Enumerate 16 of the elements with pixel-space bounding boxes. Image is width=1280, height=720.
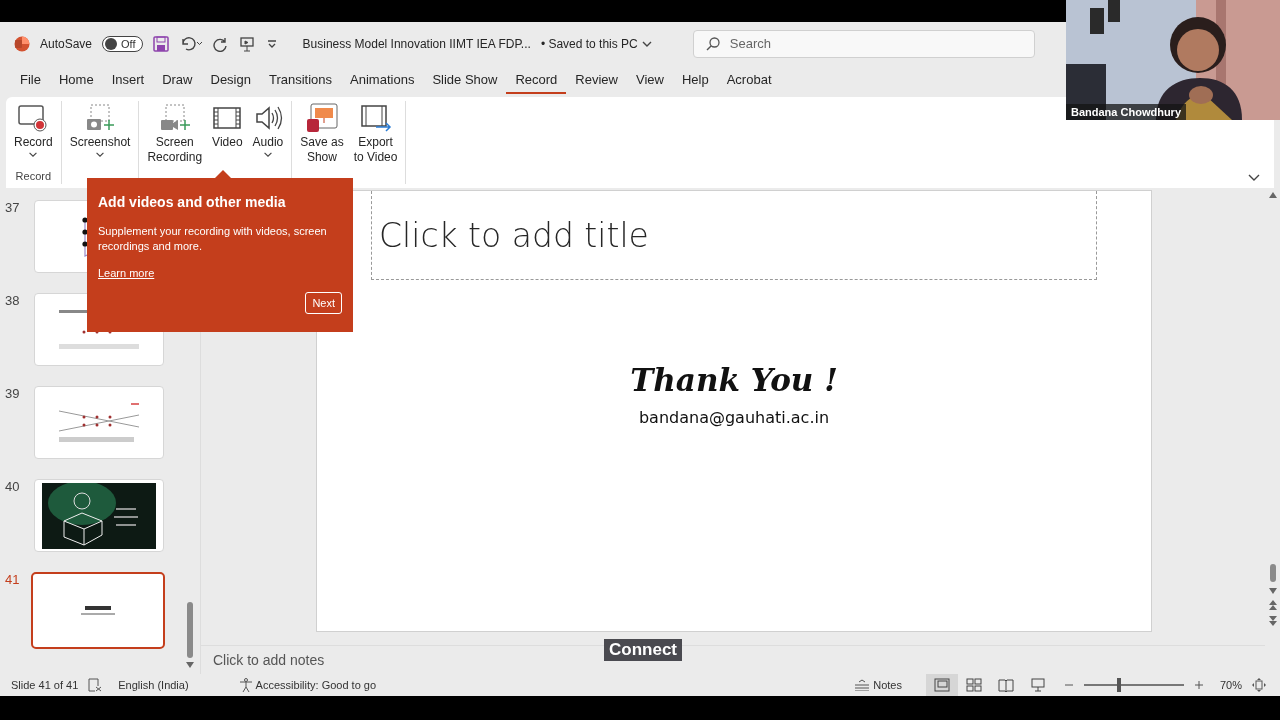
slide-counter: Slide 41 of 41 bbox=[11, 679, 79, 691]
popup-title: Add videos and other media bbox=[98, 194, 287, 210]
group-label: Record bbox=[14, 170, 53, 184]
autosave-label: AutoSave bbox=[40, 36, 93, 51]
overlay-label: Connect bbox=[604, 639, 682, 661]
email-text: bandana@gauhati.ac.in bbox=[638, 408, 830, 427]
participant-name: Bandana Chowdhury bbox=[1066, 104, 1186, 120]
slide-number: 37 bbox=[4, 200, 21, 215]
popup-text: Supplement your recording with videos, screen recordings and more. bbox=[98, 224, 328, 254]
slide-number: 41 bbox=[4, 572, 21, 587]
placeholder-text: Click to add title bbox=[378, 215, 649, 255]
slide-heading: Thank You ! bbox=[630, 362, 838, 398]
slide-number: 38 bbox=[4, 293, 21, 308]
slide-number: 40 bbox=[4, 479, 21, 494]
slide-number: 39 bbox=[4, 386, 21, 401]
document-title: Business Model Innovation IIMT IEA FDP... bbox=[302, 36, 531, 51]
